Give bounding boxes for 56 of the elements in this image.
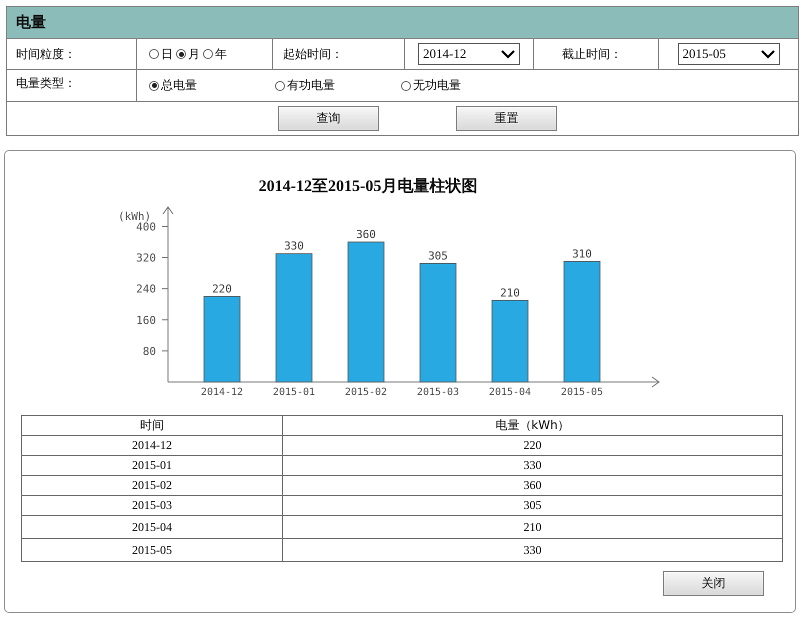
- radio-option[interactable]: 有功电量: [275, 77, 399, 94]
- table-cell: 2015-03: [22, 496, 282, 516]
- table-cell: 2015-05: [22, 538, 282, 562]
- table-cell: 330: [282, 538, 782, 562]
- radio-option[interactable]: 总电量: [149, 77, 273, 94]
- table-cell: 2015-01: [22, 456, 282, 476]
- start-select[interactable]: 2014-12: [418, 43, 520, 65]
- field-label: 起始时间：: [283, 46, 343, 62]
- close-button[interactable]: 关闭: [663, 571, 764, 596]
- value-label: 310: [572, 247, 592, 260]
- field-label: 时间粒度：: [16, 46, 76, 62]
- table-cell: 2015-04: [22, 516, 282, 538]
- category-label: 2015-02: [344, 387, 388, 398]
- category-label: 2015-01: [272, 387, 316, 398]
- table-cell: 210: [282, 516, 782, 538]
- radio-option[interactable]: 月: [176, 46, 200, 62]
- category-label: 2015-04: [488, 387, 532, 398]
- value-label: 330: [284, 240, 304, 253]
- category-label: 2015-03: [416, 387, 460, 398]
- value-label: 210: [500, 286, 520, 300]
- tick-mark: [162, 226, 168, 227]
- axis-unit: (kWh): [118, 210, 152, 223]
- field-label: 截止时间：: [562, 46, 622, 62]
- value-label: 220: [212, 282, 232, 296]
- panel-title: 电量: [16, 13, 46, 32]
- chevron-icon: [501, 50, 515, 58]
- category-label: 2014-12: [200, 387, 244, 398]
- tick-mark: [162, 319, 168, 320]
- table-cell: 2014-12: [22, 436, 282, 456]
- column-header: 时间: [22, 416, 282, 436]
- table-cell: 220: [282, 436, 782, 456]
- column-header: 电量（kWh）: [282, 416, 782, 436]
- table-cell: 2015-02: [22, 476, 282, 496]
- table-cell: 330: [282, 456, 782, 476]
- tick-mark: [162, 257, 168, 258]
- category-label: 2015-05: [560, 387, 604, 398]
- chart-title: 2014-12至2015-05月电量柱状图: [258, 176, 478, 197]
- value-label: 305: [428, 249, 448, 262]
- table-cell: 305: [282, 496, 782, 516]
- radio-option[interactable]: 无功电量: [401, 77, 525, 94]
- value-label: 360: [356, 228, 376, 241]
- query-button[interactable]: 查询: [278, 106, 379, 131]
- chevron-icon: [760, 50, 774, 58]
- reset-button[interactable]: 重置: [456, 106, 557, 131]
- table-cell: 360: [282, 476, 782, 496]
- tick-mark: [162, 288, 168, 290]
- tick-label: 320: [136, 252, 156, 265]
- tick-label: 80: [142, 344, 156, 358]
- end-select[interactable]: 2015-05: [678, 43, 780, 65]
- tick-label: 160: [136, 314, 156, 327]
- tick-label: 400: [136, 220, 156, 234]
- radio-option[interactable]: 年: [203, 46, 227, 62]
- radio-option[interactable]: 日: [149, 46, 173, 62]
- tick-label: 240: [136, 282, 156, 296]
- field-label: 电量类型：: [16, 75, 76, 92]
- tick-mark: [162, 350, 168, 352]
